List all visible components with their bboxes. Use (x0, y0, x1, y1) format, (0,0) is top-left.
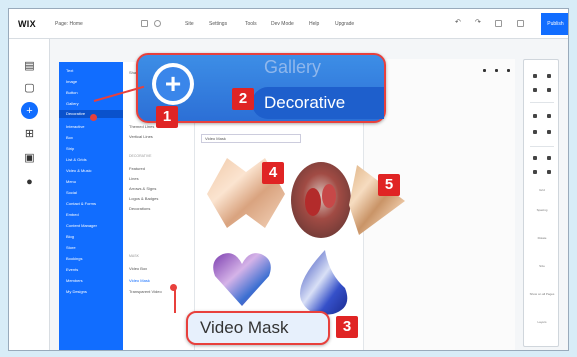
layers-icon[interactable]: ▢ (21, 79, 38, 96)
mask-oval-red[interactable] (291, 162, 351, 238)
category-menu[interactable]: Menu (66, 179, 76, 184)
social-icon-2[interactable] (495, 69, 498, 72)
step-badge-1: 1 (156, 106, 178, 128)
category-my-designs[interactable]: My Designs (66, 289, 87, 294)
leader-dot (90, 114, 97, 121)
pages-icon[interactable]: ▤ (21, 57, 38, 74)
rotate-icon[interactable] (533, 170, 537, 174)
callout-faded-title: Gallery (264, 57, 322, 77)
wix-logo: WIX (18, 19, 36, 29)
flip-icon-2[interactable] (547, 156, 551, 160)
social-icon[interactable] (483, 69, 486, 72)
page-selector[interactable]: Page: Home (55, 21, 83, 27)
preview-icon[interactable] (517, 20, 524, 27)
menu-tools[interactable]: Tools (245, 21, 257, 27)
menu-settings[interactable]: Settings (209, 21, 227, 27)
menu-dev-mode[interactable]: Dev Mode (271, 21, 294, 27)
publish-button[interactable]: Publish (541, 13, 568, 35)
leader-line-video (174, 287, 176, 313)
arrange-icon-2[interactable] (547, 130, 551, 134)
mask-blue-droplet[interactable] (295, 250, 349, 316)
distribute-icon[interactable] (533, 88, 537, 92)
category-store[interactable]: Store (66, 245, 76, 250)
category-strip[interactable]: Strip (66, 146, 74, 151)
align-icon-2[interactable] (547, 74, 551, 78)
step-badge-3: 3 (336, 316, 358, 338)
label-rotate: Rotate (537, 236, 547, 240)
step-badge-2: 2 (232, 88, 254, 110)
add-icon[interactable]: + (152, 63, 194, 105)
decorative-callout: Decorative (252, 87, 384, 119)
category-image[interactable]: Image (66, 79, 77, 84)
zoom-icon[interactable] (495, 20, 502, 27)
flip-icon[interactable] (533, 156, 537, 160)
media-icon[interactable]: ▣ (21, 149, 38, 166)
category-social[interactable]: Social (66, 190, 77, 195)
submenu-themed-lines[interactable]: Themed Lines (129, 124, 154, 129)
category-blog[interactable]: Blog (66, 234, 74, 239)
category-interactive[interactable]: Interactive (66, 124, 84, 129)
submenu-video-mask[interactable]: Video Mask (129, 278, 150, 283)
category-video-music[interactable]: Video & Music (66, 168, 92, 173)
category-contact-forms[interactable]: Contact & Forms (66, 201, 96, 206)
left-rail: ▤ ▢ + ⊞ ▣ ● (9, 39, 50, 350)
category-gallery[interactable]: Gallery (66, 101, 79, 106)
category-members[interactable]: Members (66, 278, 83, 283)
label-spacing: Spacing (536, 208, 548, 212)
add-icon[interactable]: + (21, 102, 38, 119)
submenu-transparent-video[interactable]: Transparent Video (129, 289, 162, 294)
blog-icon[interactable]: ● (21, 173, 38, 190)
submenu-logos-badges[interactable]: Logos & Badges (129, 196, 158, 201)
top-bar: WIX Page: Home Site Settings Tools Dev M… (9, 9, 568, 39)
desktop-icon[interactable] (141, 20, 148, 27)
category-text[interactable]: Text (66, 68, 73, 73)
apps-icon[interactable]: ⊞ (21, 125, 38, 142)
menu-help[interactable]: Help (309, 21, 319, 27)
match-size-icon[interactable] (533, 114, 537, 118)
menu-upgrade[interactable]: Upgrade (335, 21, 354, 27)
label-size: Size (539, 264, 545, 268)
step-badge-5: 5 (378, 174, 400, 196)
submenu-video-box[interactable]: Video Box (129, 266, 147, 271)
category-content-manager[interactable]: Content Manager (66, 223, 97, 228)
menu-site[interactable]: Site (185, 21, 194, 27)
step-badge-4: 4 (262, 162, 284, 184)
redo-icon[interactable]: ↷ (475, 18, 482, 26)
category-events[interactable]: Events (66, 267, 78, 272)
label-grid: Grid (539, 188, 545, 192)
tools-panel: Grid Spacing Rotate Size Show on all Pag… (523, 59, 559, 347)
label-show-all-pages: Show on all Pages (529, 292, 555, 296)
submenu-lines[interactable]: Lines (129, 176, 139, 181)
submenu-featured[interactable]: Featured (129, 166, 145, 171)
match-size-icon-2[interactable] (547, 114, 551, 118)
submenu-arrows-signs[interactable]: Arrows & Signs (129, 186, 156, 191)
category-box[interactable]: Box (66, 135, 73, 140)
label-layers: Layers (537, 320, 547, 324)
submenu-heading-mask: MASK (129, 254, 139, 258)
undo-icon[interactable]: ↶ (455, 18, 462, 26)
social-icon-3[interactable] (507, 69, 510, 72)
section-title-field: Video Mask (201, 134, 301, 143)
rotate-icon-2[interactable] (547, 170, 551, 174)
category-button[interactable]: Button (66, 90, 78, 95)
plus-icon: + (156, 67, 190, 101)
submenu-decorations[interactable]: Decorations (129, 206, 150, 211)
distribute-icon-2[interactable] (547, 88, 551, 92)
arrange-icon[interactable] (533, 130, 537, 134)
mask-colorful-heart[interactable] (209, 250, 275, 308)
divider (530, 146, 554, 147)
divider (530, 102, 554, 103)
category-bookings[interactable]: Bookings (66, 256, 82, 261)
submenu-vertical-lines[interactable]: Vertical Lines (129, 134, 153, 139)
category-list-grids[interactable]: List & Grids (66, 157, 87, 162)
align-icon[interactable] (533, 74, 537, 78)
video-mask-callout: Video Mask (186, 311, 330, 345)
add-panel-categories: Text Image Button Gallery Decorative Int… (59, 62, 123, 350)
submenu-heading-decorative: DECORATIVE (129, 154, 152, 158)
category-embed[interactable]: Embed (66, 212, 79, 217)
mobile-icon[interactable] (154, 20, 161, 27)
